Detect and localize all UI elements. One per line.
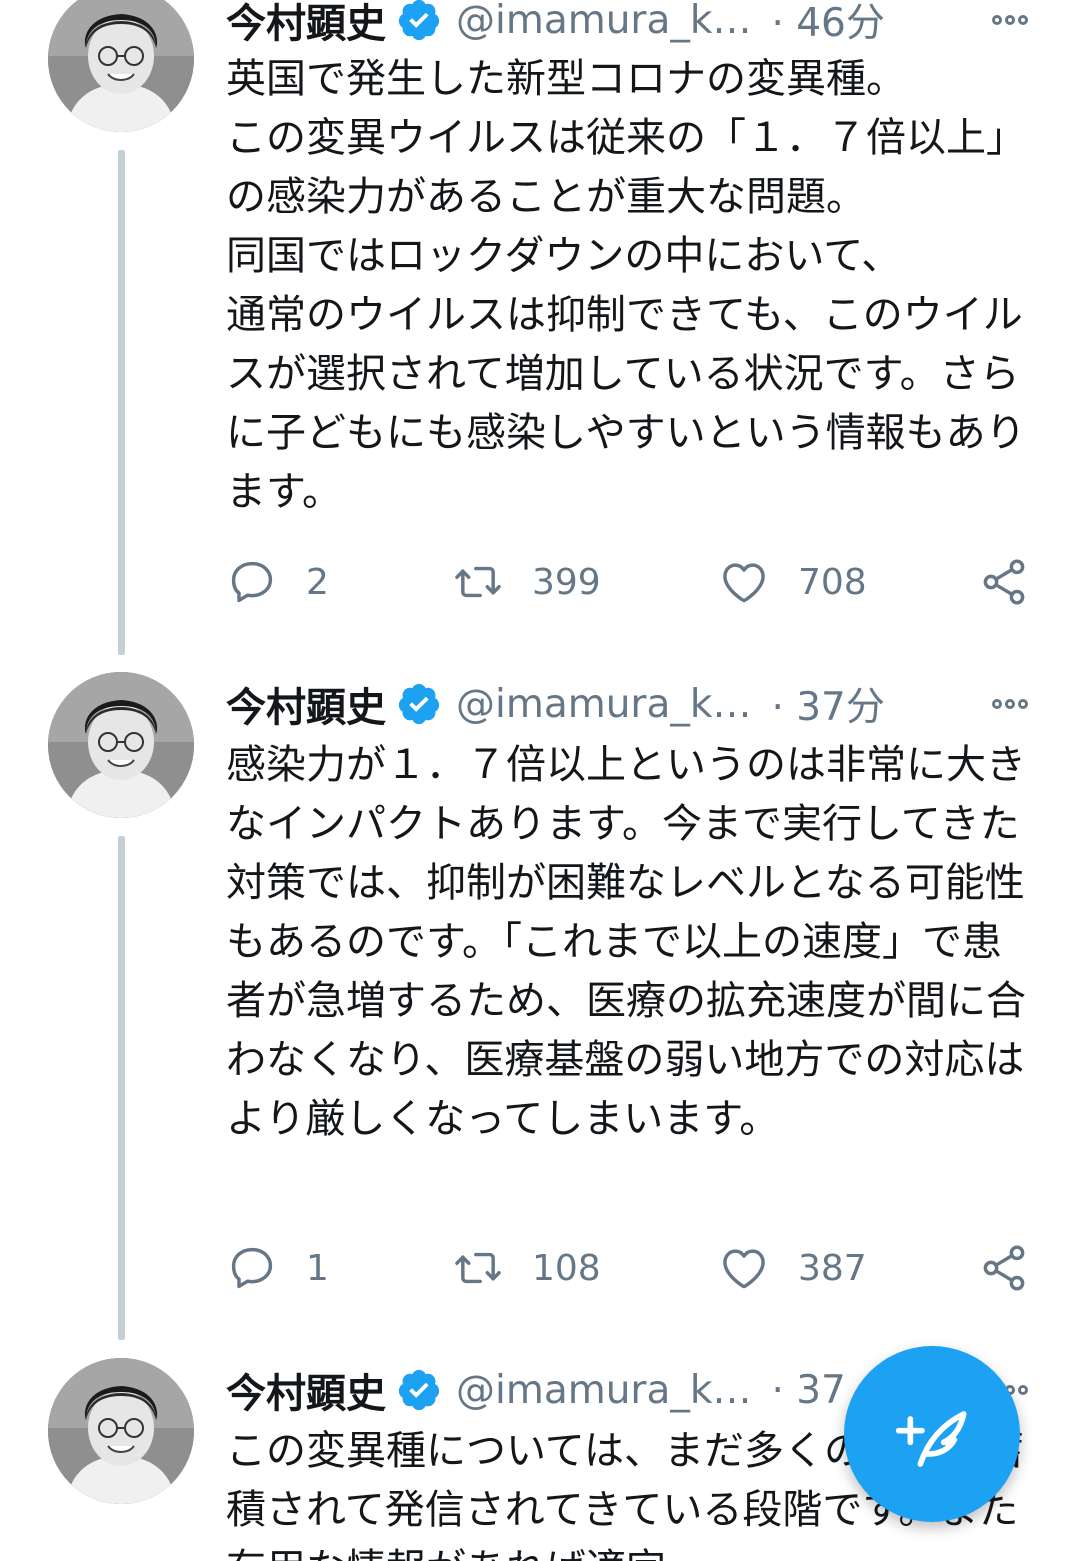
author-handle[interactable]: @imamura_k…: [456, 0, 751, 43]
retweet-button[interactable]: 108: [452, 1238, 601, 1298]
tweet-header: 今村顕史 @imamura_k… · 46分: [226, 0, 1040, 52]
retweet-icon: [455, 566, 501, 598]
share-icon: [983, 559, 1025, 605]
like-count: 387: [798, 1247, 867, 1289]
author-handle[interactable]: @imamura_k…: [456, 682, 751, 727]
share-button[interactable]: [978, 1238, 1030, 1298]
share-button[interactable]: [978, 552, 1030, 612]
avatar[interactable]: [48, 0, 194, 132]
reply-icon: [231, 1247, 273, 1289]
reply-count: 2: [306, 561, 329, 603]
tweet-actions: 1 108 387: [226, 1238, 1036, 1298]
retweet-icon: [455, 1252, 501, 1284]
compose-tweet-button[interactable]: [844, 1346, 1020, 1522]
author-name[interactable]: 今村顕史: [226, 1361, 386, 1419]
verified-badge-icon: [398, 683, 440, 725]
timestamp[interactable]: · 37分: [771, 676, 884, 732]
more-options-icon[interactable]: [992, 699, 1028, 709]
like-count: 708: [798, 561, 867, 603]
author-name[interactable]: 今村顕史: [226, 0, 386, 49]
verified-badge-icon: [398, 0, 440, 41]
share-icon: [983, 1245, 1025, 1291]
tweet-actions: 2 399 708: [226, 552, 1036, 612]
tweet-text: 英国で発生した新型コロナの変異種。 この変異ウイルスは従来の「１．７倍以上」の感…: [226, 56, 1026, 515]
timestamp[interactable]: · 46分: [771, 0, 884, 48]
tweet-header: 今村顕史 @imamura_k… · 37分: [226, 672, 1040, 736]
like-icon: [723, 563, 765, 603]
like-button[interactable]: 708: [718, 552, 867, 612]
avatar[interactable]: [48, 672, 194, 818]
reply-count: 1: [306, 1247, 329, 1289]
compose-tweet-icon: [895, 1411, 967, 1467]
more-options-icon[interactable]: [992, 15, 1028, 25]
like-button[interactable]: 387: [718, 1238, 867, 1298]
reply-icon: [231, 561, 273, 603]
author-name[interactable]: 今村顕史: [226, 675, 386, 733]
retweet-count: 399: [532, 561, 601, 603]
thread-line: [118, 836, 125, 1340]
reply-button[interactable]: 1: [226, 1238, 329, 1298]
retweet-count: 108: [532, 1247, 601, 1289]
like-icon: [723, 1249, 765, 1289]
reply-button[interactable]: 2: [226, 552, 329, 612]
avatar[interactable]: [48, 1358, 194, 1504]
thread-line: [118, 150, 125, 655]
verified-badge-icon: [398, 1369, 440, 1411]
author-handle[interactable]: @imamura_k…: [456, 1368, 751, 1413]
timestamp[interactable]: · 37: [771, 1368, 845, 1413]
retweet-button[interactable]: 399: [452, 552, 601, 612]
tweet-text: 感染力が１．７倍以上というのは非常に大きなインパクトあります。今まで実行してきた…: [226, 742, 1026, 1142]
